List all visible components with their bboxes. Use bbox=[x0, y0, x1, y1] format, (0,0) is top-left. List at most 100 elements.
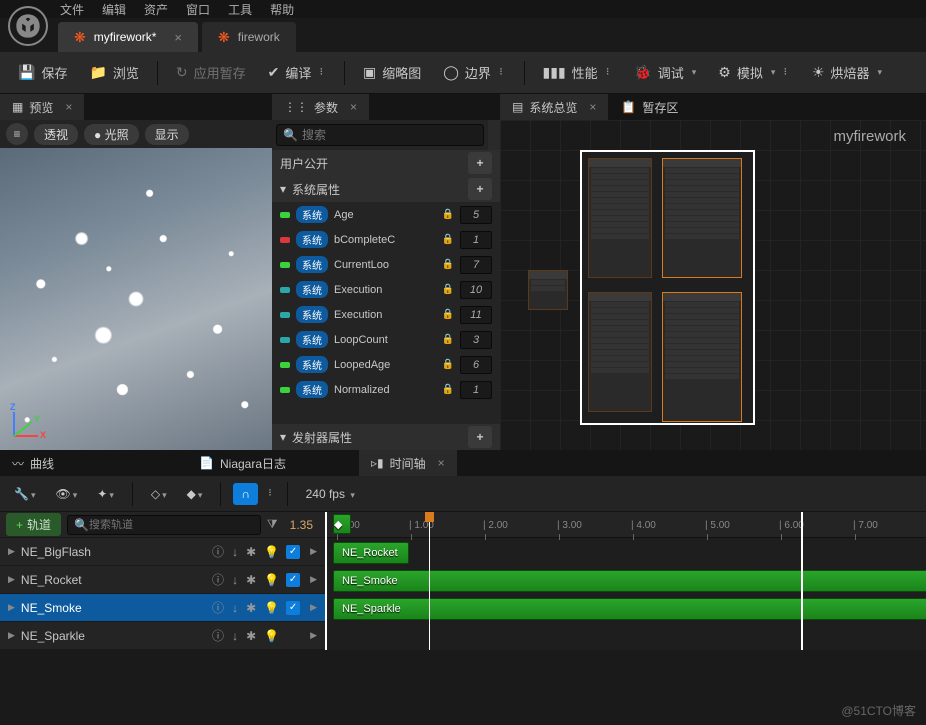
scrollbar[interactable] bbox=[488, 120, 500, 150]
menu-asset[interactable]: 资产 bbox=[144, 1, 168, 18]
viewport[interactable]: Z Y X bbox=[0, 148, 272, 450]
light-icon[interactable]: 💡 bbox=[264, 573, 279, 587]
track-row[interactable]: ▶NE_BigFlashⓘ↓✱💡✓▶ bbox=[0, 538, 325, 566]
bake-button[interactable]: ☀烘焙器▾ bbox=[804, 59, 890, 86]
enabled-checkbox[interactable]: ✓ bbox=[286, 601, 300, 615]
emitter-node[interactable] bbox=[662, 292, 742, 422]
options-icon[interactable]: ▶ bbox=[310, 546, 317, 557]
perf-button[interactable]: ▮▮▮性能⠇ bbox=[535, 59, 621, 86]
curves-tab[interactable]: 〰曲线 bbox=[0, 450, 66, 476]
options-icon[interactable]: ▶ bbox=[310, 574, 317, 585]
solo-icon[interactable]: ↓ bbox=[232, 629, 238, 643]
overview-tab[interactable]: ▤系统总览× bbox=[500, 94, 608, 120]
info-icon[interactable]: ⓘ bbox=[212, 571, 224, 588]
light-icon[interactable]: 💡 bbox=[264, 601, 279, 615]
chevron-down-icon[interactable]: ▾ bbox=[771, 67, 776, 78]
save-button[interactable]: 💾保存 bbox=[10, 59, 75, 86]
close-icon[interactable]: × bbox=[350, 100, 357, 114]
file-tab-myfirework[interactable]: ❋ myfirework* × bbox=[58, 22, 198, 52]
scratch-tab[interactable]: 📋暂存区 bbox=[609, 94, 690, 120]
param-row[interactable]: 系统bCompleteC🔒1 bbox=[272, 227, 500, 252]
bounds-button[interactable]: ◯边界⠇ bbox=[435, 59, 513, 86]
timeline-clip[interactable]: NE_Rocket bbox=[333, 542, 409, 564]
autokey-button[interactable]: ◆▾ bbox=[181, 483, 209, 505]
light-button[interactable]: ● 光照 bbox=[84, 124, 139, 145]
close-icon[interactable]: × bbox=[174, 30, 182, 45]
info-icon[interactable]: ⓘ bbox=[212, 627, 224, 644]
param-row[interactable]: 系统LoopCount🔒3 bbox=[272, 327, 500, 352]
track-row[interactable]: ▶NE_Smokeⓘ↓✱💡✓▶ bbox=[0, 594, 325, 622]
solo-icon[interactable]: ↓ bbox=[232, 573, 238, 587]
chevron-down-icon[interactable]: ⠇ bbox=[606, 67, 613, 78]
debug-button[interactable]: 🐞调试▾ bbox=[626, 59, 704, 86]
menu-edit[interactable]: 编辑 bbox=[102, 1, 126, 18]
track-row[interactable]: ▶NE_Sparkleⓘ↓✱💡▶ bbox=[0, 622, 325, 650]
burst-icon[interactable]: ✱ bbox=[246, 601, 256, 615]
params-tab[interactable]: ⋮⋮参数× bbox=[272, 94, 369, 120]
timeline-clip[interactable]: ◆ bbox=[333, 514, 351, 534]
light-icon[interactable]: 💡 bbox=[264, 629, 279, 643]
param-row[interactable]: 系统LoopedAge🔒6 bbox=[272, 352, 500, 377]
solo-icon[interactable]: ↓ bbox=[232, 545, 238, 559]
sim-button[interactable]: ⚙模拟▾⠇ bbox=[710, 59, 798, 86]
expand-icon[interactable]: ▶ bbox=[8, 602, 15, 613]
param-row[interactable]: 系统CurrentLoo🔒7 bbox=[272, 252, 500, 277]
browse-button[interactable]: 📁浏览 bbox=[81, 59, 146, 86]
param-row[interactable]: 系统Age🔒5 bbox=[272, 202, 500, 227]
close-icon[interactable]: × bbox=[438, 456, 445, 470]
timeline-tab[interactable]: ▹▮时间轴× bbox=[359, 450, 457, 476]
add-button[interactable]: + bbox=[468, 152, 492, 174]
expand-icon[interactable]: ▶ bbox=[8, 574, 15, 585]
chevron-down-icon[interactable]: ▾ bbox=[692, 67, 697, 78]
expand-icon[interactable]: ▶ bbox=[8, 546, 15, 557]
wrench-button[interactable]: 🔧▾ bbox=[8, 483, 41, 505]
time-ruler[interactable]: | 0.00| 1.00| 2.00| 3.00| 4.00| 5.00| 6.… bbox=[325, 512, 926, 538]
timeline-clip[interactable]: NE_Sparkle bbox=[333, 598, 926, 620]
menu-help[interactable]: 帮助 bbox=[270, 1, 294, 18]
solo-icon[interactable]: ↓ bbox=[232, 601, 238, 615]
emitter-node[interactable] bbox=[588, 158, 652, 278]
add-button[interactable]: + bbox=[468, 426, 492, 448]
key-button[interactable]: ◇▾ bbox=[145, 483, 173, 505]
snap-toggle[interactable]: ∩ bbox=[233, 483, 258, 505]
enabled-checkbox[interactable]: ✓ bbox=[286, 573, 300, 587]
close-icon[interactable]: × bbox=[65, 100, 72, 114]
thumbnail-button[interactable]: ▣缩略图 bbox=[355, 59, 429, 86]
param-row[interactable]: 系统Execution🔒10 bbox=[272, 277, 500, 302]
options-icon[interactable]: ▶ bbox=[310, 602, 317, 613]
emitter-node[interactable] bbox=[588, 292, 652, 412]
show-button[interactable]: 显示 bbox=[145, 124, 189, 145]
timeline-canvas[interactable]: | 0.00| 1.00| 2.00| 3.00| 4.00| 5.00| 6.… bbox=[325, 512, 926, 650]
fx-button[interactable]: ✦▾ bbox=[91, 483, 120, 505]
system-attr-group[interactable]: ▾系统属性+ bbox=[272, 176, 500, 202]
light-icon[interactable]: 💡 bbox=[264, 545, 279, 559]
persp-button[interactable]: 透视 bbox=[34, 124, 78, 145]
param-row[interactable]: 系统Normalized🔒1 bbox=[272, 377, 500, 402]
playhead[interactable] bbox=[429, 512, 430, 650]
menu-tool[interactable]: 工具 bbox=[228, 1, 252, 18]
chevron-down-icon[interactable]: ⠇ bbox=[319, 67, 326, 78]
file-tab-firework[interactable]: ❋ firework bbox=[202, 22, 296, 52]
emitter-node[interactable] bbox=[662, 158, 742, 278]
info-icon[interactable]: ⓘ bbox=[212, 599, 224, 616]
preview-tab[interactable]: ▦预览× bbox=[0, 94, 84, 120]
eye-button[interactable]: 👁▾ bbox=[49, 483, 83, 505]
menu-window[interactable]: 窗口 bbox=[186, 1, 210, 18]
options-icon[interactable]: ▶ bbox=[310, 630, 317, 641]
info-icon[interactable]: ⓘ bbox=[212, 543, 224, 560]
user-public-group[interactable]: 用户公开+ bbox=[272, 150, 500, 176]
chevron-down-icon[interactable]: ⠇ bbox=[499, 67, 506, 78]
track-row[interactable]: ▶NE_Rocketⓘ↓✱💡✓▶ bbox=[0, 566, 325, 594]
params-search-input[interactable] bbox=[302, 128, 477, 142]
param-row[interactable]: 系统Execution🔒11 bbox=[272, 302, 500, 327]
chevron-down-icon[interactable]: ▾ bbox=[878, 67, 883, 78]
log-tab[interactable]: 📄Niagara日志 bbox=[187, 450, 298, 476]
params-search[interactable]: 🔍 bbox=[276, 124, 484, 146]
burst-icon[interactable]: ✱ bbox=[246, 629, 256, 643]
filter-icon[interactable]: ⧩ bbox=[267, 517, 278, 532]
menu-button[interactable]: ≡ bbox=[6, 123, 28, 145]
close-icon[interactable]: × bbox=[589, 100, 596, 114]
compile-button[interactable]: ✔编译⠇ bbox=[260, 59, 334, 86]
expand-icon[interactable]: ▶ bbox=[8, 630, 15, 641]
fps-selector[interactable]: 240 fps ▾ bbox=[300, 483, 361, 505]
